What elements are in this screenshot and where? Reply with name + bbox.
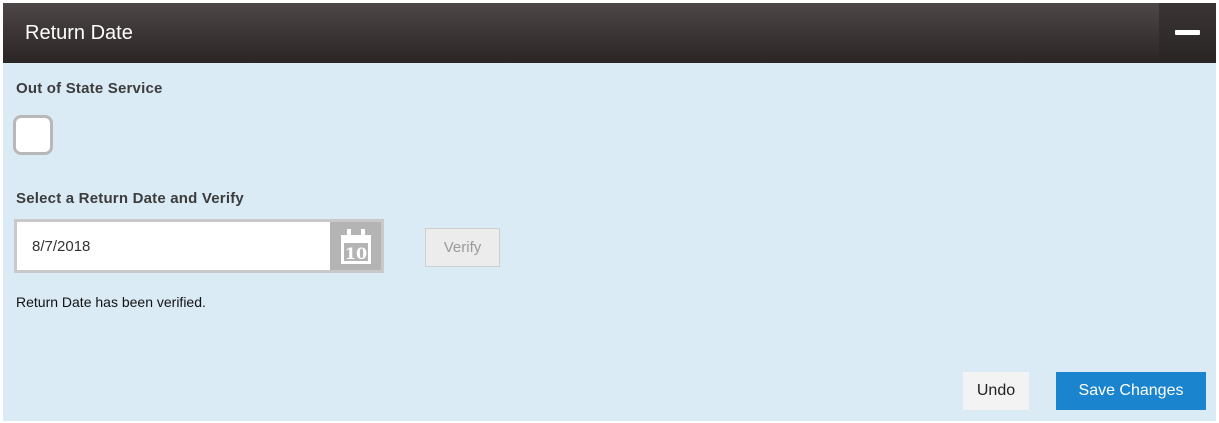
out-of-state-label: Out of State Service bbox=[16, 80, 163, 97]
status-message: Return Date has been verified. bbox=[16, 294, 206, 310]
date-picker: 10 bbox=[14, 219, 384, 273]
minus-icon bbox=[1175, 30, 1200, 35]
save-changes-button[interactable]: Save Changes bbox=[1056, 372, 1206, 410]
calendar-button[interactable]: 10 bbox=[330, 222, 381, 270]
out-of-state-checkbox[interactable] bbox=[13, 115, 53, 155]
return-date-panel: Return Date Out of State Service Select … bbox=[3, 3, 1216, 421]
verify-button[interactable]: Verify bbox=[425, 228, 500, 267]
panel-header: Return Date bbox=[3, 3, 1216, 63]
collapse-button[interactable] bbox=[1159, 3, 1216, 63]
panel-title: Return Date bbox=[25, 22, 133, 44]
return-date-input[interactable] bbox=[17, 222, 330, 270]
undo-button[interactable]: Undo bbox=[963, 372, 1029, 410]
return-date-label: Select a Return Date and Verify bbox=[16, 190, 244, 207]
calendar-day-text: 10 bbox=[345, 244, 367, 263]
calendar-icon: 10 bbox=[341, 229, 371, 264]
